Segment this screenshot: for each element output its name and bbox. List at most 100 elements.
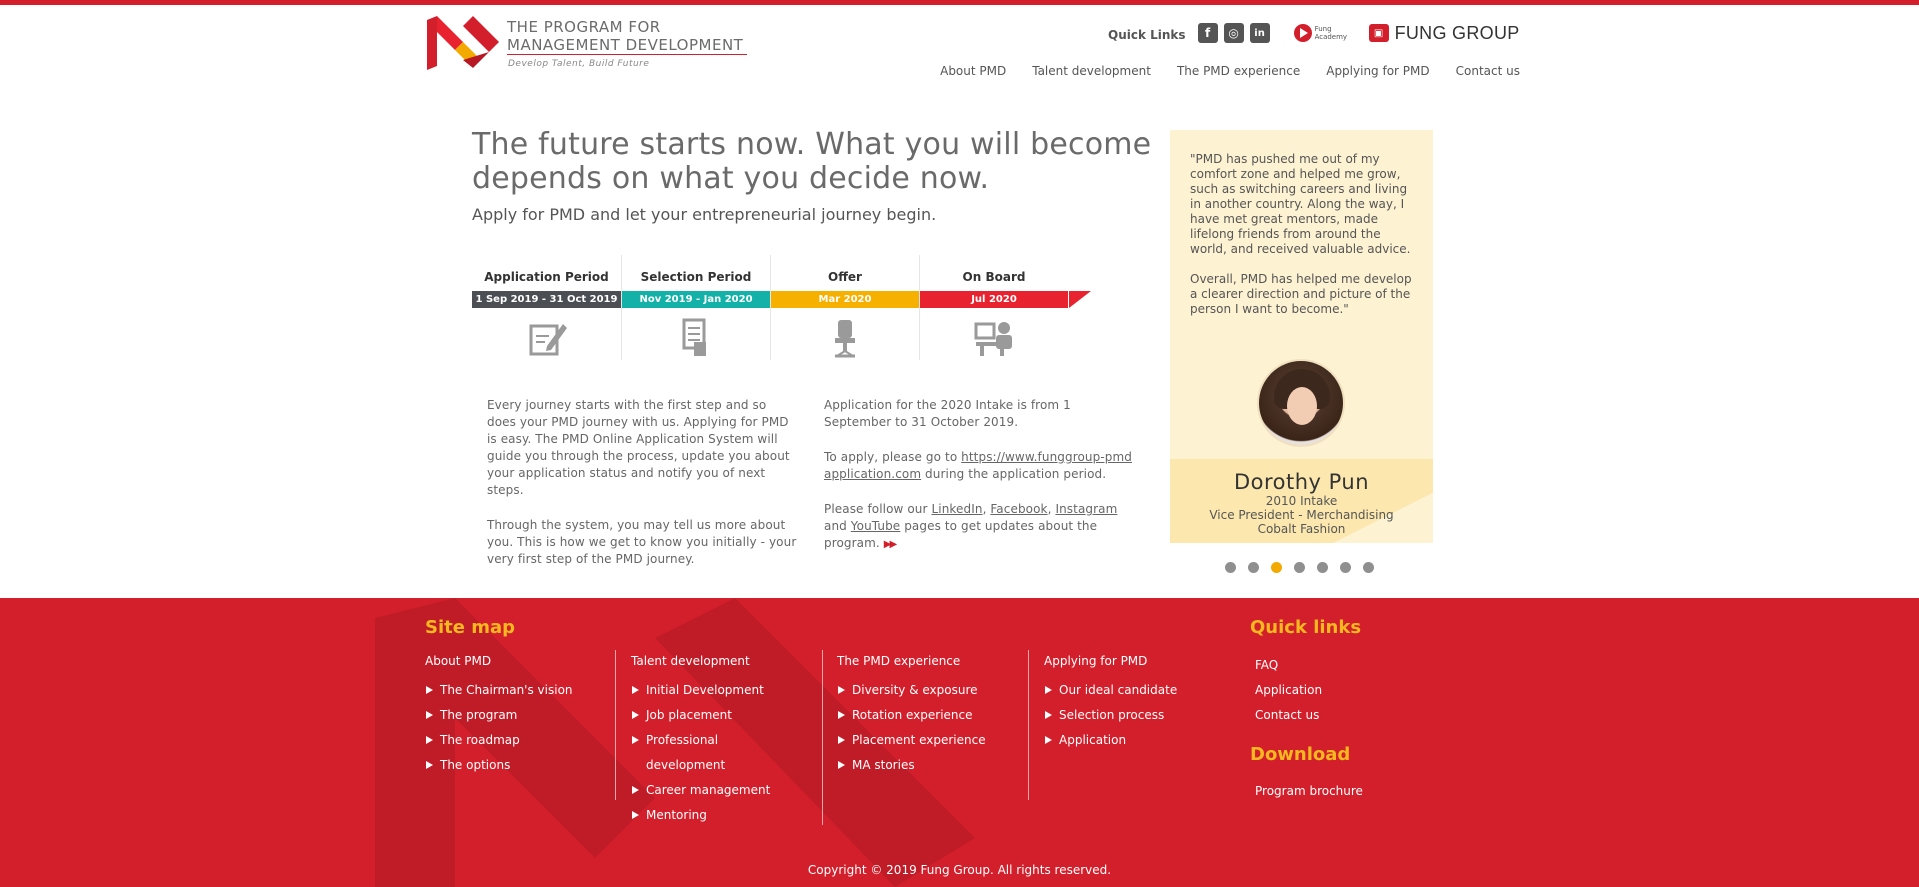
timeline-step-dates: Nov 2019 - Jan 2020 xyxy=(622,291,770,308)
footer-link-talent-development[interactable]: Talent development xyxy=(631,653,770,670)
sitemap-heading: Site map xyxy=(425,617,515,638)
testimonial-intake: 2010 Intake xyxy=(1265,494,1338,508)
hero-title: The future starts now. What you will bec… xyxy=(472,127,1152,196)
application-timeline: Application Period 1 Sep 2019 - 31 Oct 2… xyxy=(472,255,1102,360)
footer-col-experience: The PMD experience Diversity & exposure … xyxy=(837,653,986,778)
instagram-link[interactable]: Instagram xyxy=(1055,502,1117,516)
footer-link-about-pmd[interactable]: About PMD xyxy=(425,653,573,670)
nav-about-pmd[interactable]: About PMD xyxy=(940,64,1006,78)
footer-download-heading: Download xyxy=(1250,744,1351,765)
testimonial-card: "PMD has pushed me out of my comfort zon… xyxy=(1170,130,1433,543)
logo-divider xyxy=(507,54,747,55)
footer-link[interactable]: Initial Development xyxy=(631,678,770,703)
timeline-step-title: Offer xyxy=(828,270,862,284)
facebook-link[interactable]: Facebook xyxy=(990,502,1047,516)
footer-link-faq[interactable]: FAQ xyxy=(1250,653,1322,678)
youtube-link[interactable]: YouTube xyxy=(851,519,901,533)
carousel-dot[interactable] xyxy=(1248,562,1259,573)
fung-academy-logo[interactable]: Fung Academy xyxy=(1293,24,1348,42)
carousel-dot-active[interactable] xyxy=(1271,562,1282,573)
footer-link[interactable]: The program xyxy=(425,703,573,728)
nav-pmd-experience[interactable]: The PMD experience xyxy=(1177,64,1300,78)
timeline-step-title: On Board xyxy=(962,270,1026,284)
avatar-face xyxy=(1287,387,1317,425)
testimonial-quote: "PMD has pushed me out of my comfort zon… xyxy=(1190,152,1416,332)
footer-link-application[interactable]: Application xyxy=(1250,678,1322,703)
footer-link[interactable]: Rotation experience xyxy=(837,703,986,728)
carousel-dot[interactable] xyxy=(1225,562,1236,573)
program-brochure-link[interactable]: Program brochure xyxy=(1250,779,1363,804)
footer-link[interactable]: Our ideal candidate xyxy=(1044,678,1177,703)
form-icon xyxy=(529,324,567,356)
footer-col-about: About PMD The Chairman's vision The prog… xyxy=(425,653,573,778)
intro-paragraph: Through the system, you may tell us more… xyxy=(487,518,797,566)
facebook-icon[interactable]: f xyxy=(1197,23,1218,43)
footer-link-contact-us[interactable]: Contact us xyxy=(1250,703,1322,728)
quick-links-label: Quick Links xyxy=(1108,28,1186,42)
testimonial-company: Cobalt Fashion xyxy=(1257,522,1346,536)
fast-forward-icon[interactable]: ▶▶ xyxy=(884,539,897,550)
chair-icon xyxy=(835,320,855,358)
carousel-dot[interactable] xyxy=(1340,562,1351,573)
carousel-dot[interactable] xyxy=(1363,562,1374,573)
nav-talent-development[interactable]: Talent development xyxy=(1032,64,1151,78)
footer-link[interactable]: Mentoring xyxy=(631,803,770,828)
nav-contact-us[interactable]: Contact us xyxy=(1456,64,1520,78)
footer-link[interactable]: Selection process xyxy=(1044,703,1177,728)
footer-link[interactable]: MA stories xyxy=(837,753,986,778)
linkedin-link[interactable]: LinkedIn xyxy=(931,502,982,516)
timeline-step-on-board: On Board Jul 2020 xyxy=(919,255,1068,360)
footer-link[interactable]: The roadmap xyxy=(425,728,573,753)
carousel-dots xyxy=(1225,562,1386,573)
instagram-icon[interactable]: ◎ xyxy=(1223,23,1244,43)
apply-paragraph: To apply, please go to https://www.fungg… xyxy=(824,449,1134,483)
fung-academy-label: Fung Academy xyxy=(1314,25,1348,41)
logo-title-line1: THE PROGRAM FOR xyxy=(507,18,661,36)
footer-link-pmd-experience[interactable]: The PMD experience xyxy=(837,653,986,670)
testimonial-name: Dorothy Pun xyxy=(1233,470,1370,494)
footer-link[interactable]: Job placement xyxy=(631,703,770,728)
fung-group-icon: ▣ xyxy=(1368,24,1389,42)
testimonial-quote-part: Overall, PMD has helped me develop a cle… xyxy=(1190,272,1412,316)
apply-text: during the application period. xyxy=(921,467,1107,481)
hero-subtitle: Apply for PMD and let your entrepreneuri… xyxy=(472,205,937,224)
testimonial-quote-part: "PMD has pushed me out of my comfort zon… xyxy=(1190,152,1411,256)
footer-link[interactable]: Career management xyxy=(631,778,770,803)
footer-link-applying-for-pmd[interactable]: Applying for PMD xyxy=(1044,653,1177,670)
desk-worker-icon xyxy=(974,322,1012,356)
footer-col-download: Program brochure xyxy=(1250,779,1363,804)
intro-paragraph: Every journey starts with the first step… xyxy=(487,398,790,497)
timeline-step-selection: Selection Period Nov 2019 - Jan 2020 xyxy=(621,255,770,360)
site-footer: Site map About PMD The Chairman's vision… xyxy=(0,598,1919,887)
footer-link[interactable]: The Chairman's vision xyxy=(425,678,573,703)
timeline-step-dates: Mar 2020 xyxy=(771,291,919,308)
linkedin-icon[interactable]: in xyxy=(1249,23,1270,43)
testimonial-meta: 2010 Intake Vice President - Merchandisi… xyxy=(1170,494,1433,536)
footer-link[interactable]: Application xyxy=(1044,728,1177,753)
timeline-step-dates: 1 Sep 2019 - 31 Oct 2019 xyxy=(472,291,621,308)
footer-link[interactable]: The options xyxy=(425,753,573,778)
pmd-logo[interactable]: THE PROGRAM FOR MANAGEMENT DEVELOPMENT D… xyxy=(427,16,757,76)
intake-paragraph: Application for the 2020 Intake is from … xyxy=(824,398,1071,429)
follow-text: and xyxy=(824,519,851,533)
fung-academy-icon xyxy=(1293,24,1312,42)
footer-link[interactable]: Professional development xyxy=(631,728,761,778)
fung-group-logo[interactable]: ▣ FUNG GROUP xyxy=(1368,22,1520,44)
document-icon xyxy=(682,318,706,356)
logo-title-line2: MANAGEMENT DEVELOPMENT xyxy=(507,36,744,54)
timeline-step-title: Application Period xyxy=(484,270,609,284)
intro-text-left: Every journey starts with the first step… xyxy=(487,397,797,586)
carousel-dot[interactable] xyxy=(1317,562,1328,573)
footer-col-quicklinks: FAQ Application Contact us xyxy=(1250,653,1322,728)
timeline-step-title: Selection Period xyxy=(640,270,752,284)
footer-link[interactable]: Diversity & exposure xyxy=(837,678,986,703)
footer-link[interactable]: Placement experience xyxy=(837,728,986,753)
fung-group-label: FUNG GROUP xyxy=(1394,22,1520,43)
top-accent-bar xyxy=(0,0,1919,5)
timeline-step-offer: Offer Mar 2020 xyxy=(770,255,919,360)
main-nav: About PMD Talent development The PMD exp… xyxy=(914,64,1520,78)
timeline-step-application: Application Period 1 Sep 2019 - 31 Oct 2… xyxy=(472,255,621,360)
nav-applying-for-pmd[interactable]: Applying for PMD xyxy=(1326,64,1429,78)
carousel-dot[interactable] xyxy=(1294,562,1305,573)
avatar xyxy=(1257,359,1345,447)
